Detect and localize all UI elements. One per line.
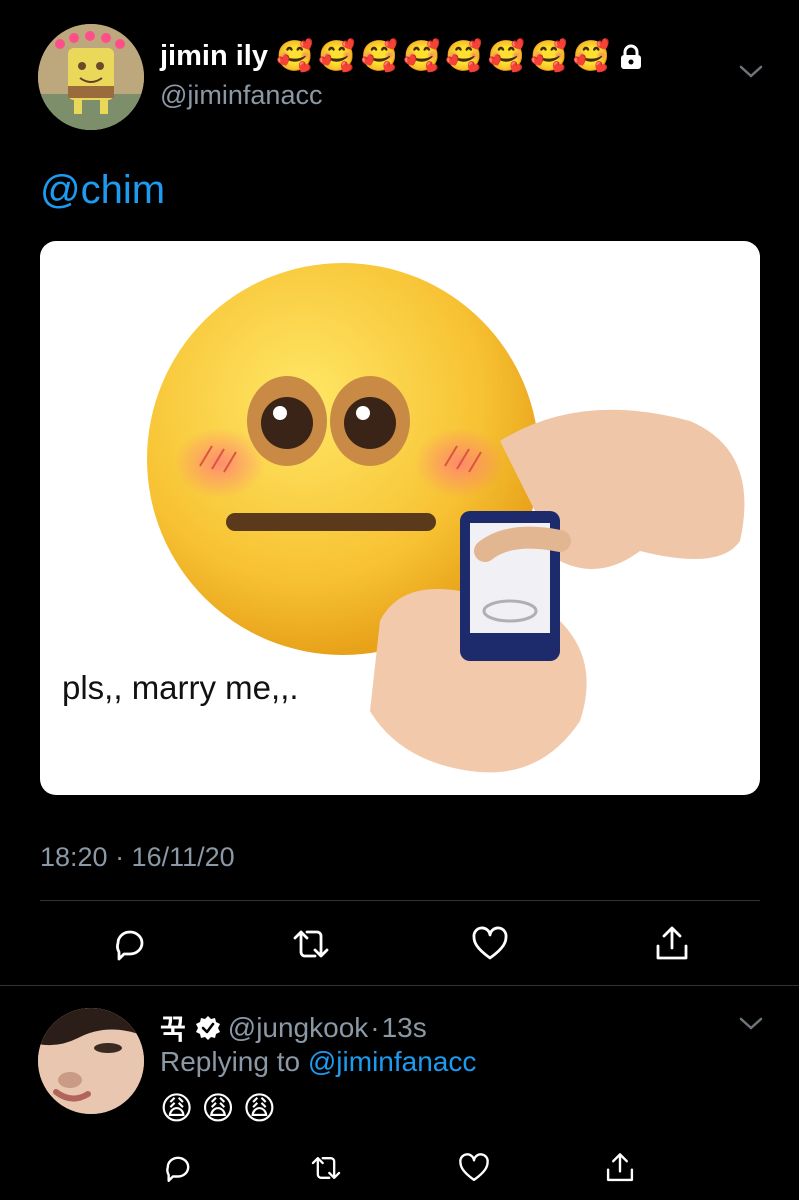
media-caption: pls,, marry me,,.	[62, 669, 299, 706]
smiling-hearts-emoji: 🥰	[530, 39, 568, 73]
share-icon	[606, 1153, 634, 1182]
reply-handle[interactable]: @jungkook	[228, 1012, 369, 1044]
reply-text: 😩 😩 😩	[160, 1092, 284, 1124]
replying-to: Replying to @jiminfanacc	[160, 1046, 476, 1078]
share-button[interactable]	[598, 1146, 642, 1190]
weary-face-emoji: 😩	[201, 1090, 235, 1126]
replying-to-label: Replying to	[160, 1046, 308, 1077]
reply-header: 꾹 @jungkook · 13s	[160, 1008, 427, 1048]
reply-avatar-image	[38, 1008, 144, 1114]
reply-time[interactable]: 13s	[382, 1012, 427, 1044]
retweet-icon	[293, 930, 329, 958]
user-handle[interactable]: @jiminfanacc	[160, 80, 322, 111]
smiling-hearts-emoji: 🥰	[403, 39, 441, 73]
reply-button[interactable]	[156, 1146, 200, 1190]
tweet-mention-link[interactable]: @chim	[40, 168, 165, 213]
retweet-button[interactable]	[289, 922, 333, 966]
display-name-text: jimin ily	[160, 40, 268, 72]
name-emojis: 🥰 🥰 🥰 🥰 🥰 🥰 🥰 🥰	[275, 39, 615, 73]
spongebob-avatar-image	[38, 24, 144, 130]
smiling-hearts-emoji: 🥰	[360, 39, 399, 73]
like-icon	[459, 1153, 489, 1182]
retweet-icon	[311, 1157, 341, 1179]
smiling-hearts-emoji: 🥰	[487, 39, 526, 73]
chevron-down-icon[interactable]	[738, 1016, 764, 1032]
like-icon	[472, 926, 508, 960]
like-button[interactable]	[452, 1146, 496, 1190]
avatar[interactable]	[38, 24, 144, 130]
lock-icon	[620, 44, 641, 69]
weary-face-emoji: 😩	[160, 1090, 194, 1126]
smiling-hearts-emoji: 🥰	[275, 39, 314, 73]
reply-display-name[interactable]: 꾹	[160, 1008, 186, 1048]
reply-icon	[166, 1156, 190, 1182]
reply-icon	[116, 930, 144, 961]
divider	[0, 985, 799, 986]
replying-to-handle[interactable]: @jiminfanacc	[308, 1046, 476, 1077]
separator-dot: ·	[370, 1012, 380, 1043]
tweet-media-image[interactable]: pls,, marry me,,.	[40, 241, 760, 795]
display-name[interactable]: jimin ily 🥰 🥰 🥰 🥰 🥰 🥰 🥰 🥰	[160, 40, 643, 73]
weary-face-emoji: 😩	[242, 1090, 277, 1126]
smiling-hearts-emoji: 🥰	[445, 39, 483, 73]
reply-avatar[interactable]	[38, 1008, 144, 1114]
share-button[interactable]	[650, 922, 694, 966]
like-button[interactable]	[468, 922, 512, 966]
meme-illustration	[147, 263, 745, 773]
reply-button[interactable]	[108, 922, 152, 966]
smiling-hearts-emoji: 🥰	[318, 39, 356, 73]
divider	[40, 900, 760, 901]
retweet-button[interactable]	[304, 1146, 348, 1190]
share-icon	[656, 926, 688, 960]
tweet-timestamp[interactable]: 18:20 · 16/11/20	[40, 842, 235, 873]
chevron-down-icon[interactable]	[738, 64, 764, 80]
smiling-hearts-emoji: 🥰	[572, 39, 610, 73]
verified-badge-icon	[195, 1016, 220, 1040]
